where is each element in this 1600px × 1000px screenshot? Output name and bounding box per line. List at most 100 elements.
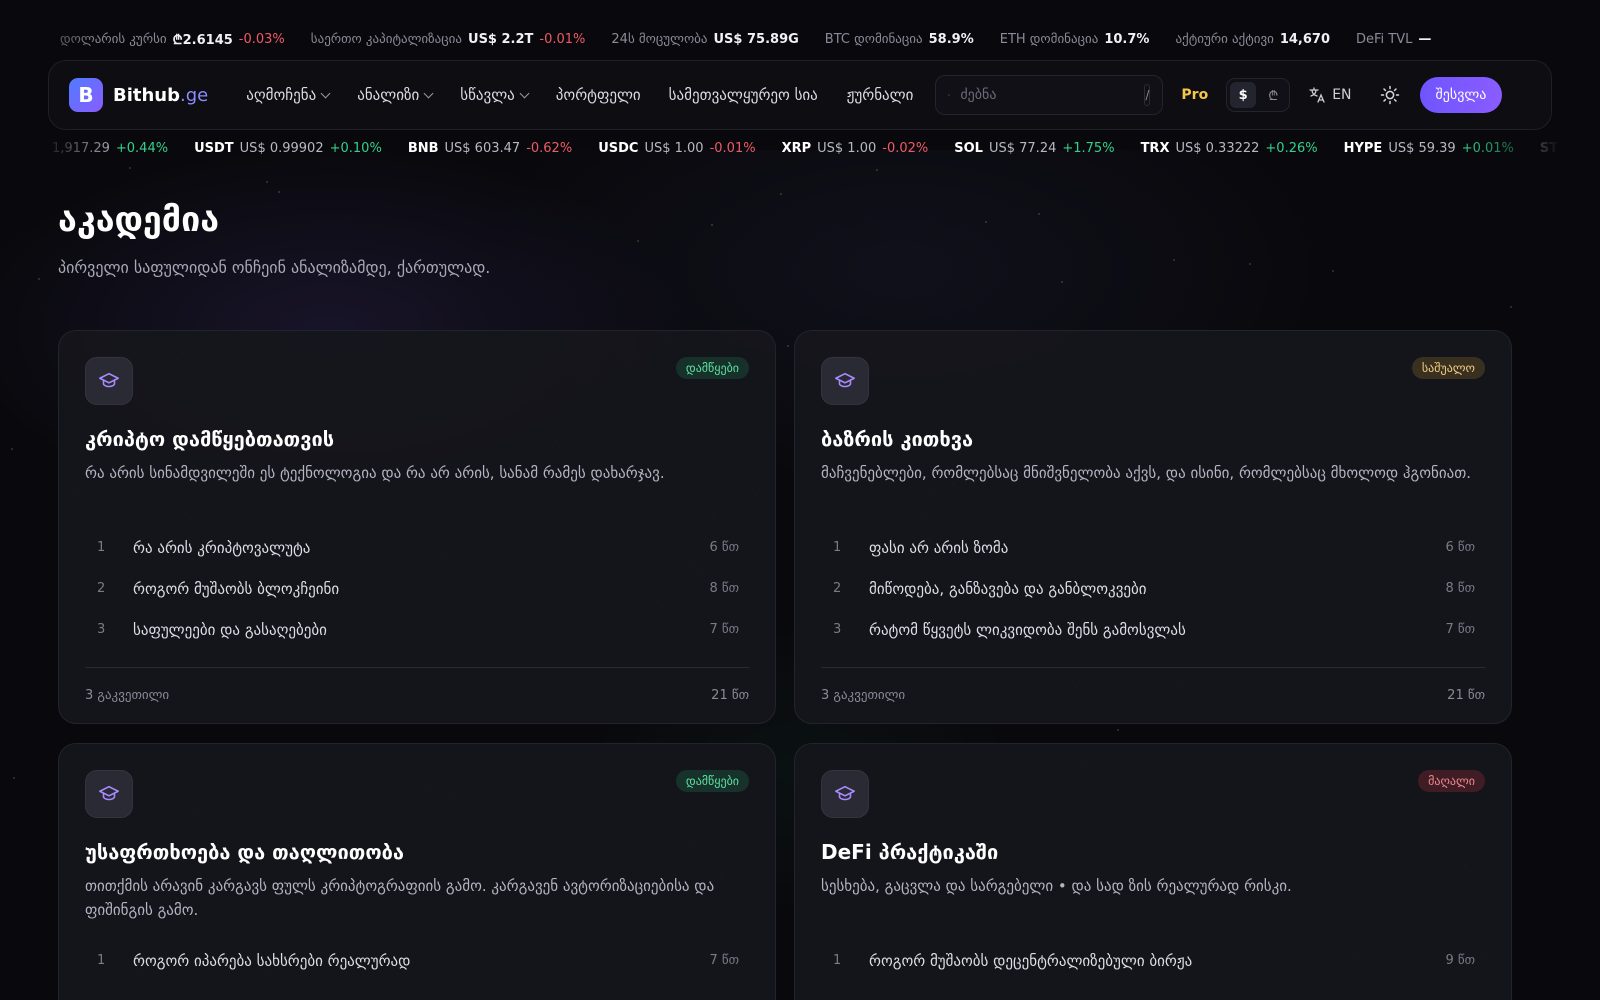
lesson-name: ფასი არ არის ზომა [869,538,1009,557]
lesson-duration: 6 წთ [709,540,739,555]
market-stat-label: BTC დომინაცია [824,31,923,47]
search-box[interactable]: / [935,75,1164,115]
lesson-number: 2 [97,581,106,596]
chevron-down-icon [320,88,331,98]
currency-gel-option[interactable]: ₾ [1260,82,1286,108]
star-dot [1332,270,1334,272]
course-card[interactable]: დამწყები უსაფრთხოება და თაღლითობა თითქმის … [58,743,776,1000]
market-stat-label: 24ს მოცულობა [611,31,708,47]
graduation-cap-icon [821,357,869,405]
lesson-row[interactable]: 1 როგორ მუშაობს დეცენტრალიზებული ბირჟა 9 წ… [821,940,1487,981]
ticker-coin[interactable]: XRP US$ 1.00 -0.02% [782,141,929,156]
logo-text: Bithub.ge [113,84,209,106]
course-card[interactable]: დამწყები კრიპტო დამწყებთათვის რა არის სინა… [58,330,776,724]
login-button[interactable]: შესვლა [1419,77,1503,113]
coin-change: -0.62% [526,140,573,156]
star-dot [711,224,713,226]
coin-change: +0.26% [1265,140,1318,156]
lesson-duration: 6 წთ [1445,540,1475,555]
lesson-row[interactable]: 1 ფასი არ არის ზომა 6 წთ [821,527,1487,568]
nav-item[interactable]: ჟურნალი [847,86,914,104]
lesson-number: 1 [97,540,106,555]
star-dot [11,448,13,450]
lesson-row[interactable]: 1 როგორ იპარება სახსრები რეალურად 7 წთ [85,940,751,981]
market-stat-value: US$ 2.2T [468,31,534,47]
star-dot [1038,213,1040,215]
course-description: სესხება, გაცვლა და სარგებელი • და სად ზი… [821,877,1292,895]
star-dot [1117,729,1119,731]
lesson-list: 1 ფასი არ არის ზომა 6 წთ 2 მიწოდება, განზავე… [821,527,1487,650]
ticker-coin[interactable]: TRX US$ 0.33222 +0.26% [1141,141,1318,156]
search-icon [948,94,951,96]
course-description: თითქმის არავინ კარგავს ფულს კრიპტოგრაფიი… [85,877,715,919]
lesson-row[interactable]: 2 მიწოდება, განზავება და განბლოკვები 8 წთ [821,568,1487,609]
search-input[interactable] [960,87,1135,103]
coin-change: +0.44% [115,140,169,156]
lesson-number: 1 [833,540,842,555]
translate-icon [1309,87,1325,103]
market-stat-value: 10.7% [1104,31,1150,47]
lesson-row[interactable]: 1 რა არის კრიპტოვალუტა 6 წთ [85,527,751,568]
nav-item[interactable]: სწავლა [460,86,530,104]
lesson-number: 1 [97,953,106,968]
ticker-coin[interactable]: SOL US$ 77.24 +1.75% [954,141,1114,156]
star-dot [985,221,987,223]
nav-item[interactable]: სამეთვალყურეო სია [669,84,819,106]
nav-item[interactable]: აღმოჩენა [246,86,331,104]
lesson-name: რატომ წყვეტს ლიკვიდობა შენს გამოსვლას [869,620,1186,639]
ticker-coin[interactable]: HYPE US$ 59.39 +0.01% [1344,141,1514,156]
level-badge: საშუალო [1411,357,1485,379]
currency-usd-option[interactable]: $ [1230,82,1257,108]
lesson-number: 2 [833,581,842,596]
ticker-coin[interactable]: 1,917.29 +0.44% [52,141,168,156]
ticker-coin[interactable]: BNB US$ 603.47 -0.62% [408,141,572,156]
market-stat: 24ს მოცულობა US$ 75.89G [611,32,798,47]
market-stat: BTC დომინაცია 58.9% [825,32,974,47]
market-stat-label: ETH დომინაცია [999,31,1099,47]
lesson-row[interactable]: 3 რატომ წყვეტს ლიკვიდობა შენს გამოსვლას 7 … [821,609,1487,650]
lesson-name: როგორ მუშაობს ბლოკჩეინი [133,579,340,598]
ticker-coin[interactable]: USDT US$ 0.99902 +0.10% [194,141,382,156]
logo[interactable]: B Bithub.ge [69,78,208,112]
lesson-list: 1 როგორ მუშაობს დეცენტრალიზებული ბირჟა 9 წ… [821,940,1487,981]
coin-change: -0.02% [882,140,929,156]
lesson-number: 3 [833,622,842,637]
logo-mark: B [69,78,103,112]
lesson-duration: 7 წთ [709,953,739,968]
lesson-duration: 9 წთ [1445,953,1475,968]
market-stat-value: — [1418,31,1432,47]
course-card[interactable]: საშუალო ბაზრის კითხვა მაჩვენებლები, რომლებ… [794,330,1512,724]
market-stat: ETH დომინაცია 10.7% [1000,32,1150,47]
theme-toggle-button[interactable] [1378,83,1402,107]
lesson-list: 1 რა არის კრიპტოვალუტა 6 წთ 2 როგორ მუშაობს … [85,527,751,650]
main-nav: B Bithub.ge აღმოჩენა ანალიზი სწავლა პორტფელ… [48,60,1552,130]
chevron-down-icon [519,88,530,98]
coin-change: +0.01% [1461,140,1514,156]
language-switcher[interactable]: EN [1308,86,1352,104]
star-dot [1249,263,1251,265]
total-duration: 21 წთ [711,688,749,703]
star-dot [278,191,280,193]
nav-item[interactable]: ანალიზი [357,86,434,104]
nav-item[interactable]: პორტფელი [556,86,641,104]
course-title: ბაზრის კითხვა [821,427,974,451]
coin-price: US$ 77.24 [988,140,1057,156]
market-stat: DeFi TVL — [1356,32,1431,47]
coin-ticker: 1,917.29 +0.44% USDT US$ 0.99902 +0.10% BNB US… [0,130,1600,166]
course-card[interactable]: მაღალი DeFi პრაქტიკაში სესხება, გაცვლა და … [794,743,1512,1000]
coin-price: US$ 1.00 [644,140,704,156]
market-stat: აქტიური აქტივი 14,670 [1175,32,1330,47]
lesson-number: 3 [97,622,106,637]
coin-symbol: SOL [954,140,983,156]
lesson-row[interactable]: 3 საფულეები და გასაღებები 7 წთ [85,609,751,650]
coin-symbol: STETH [1539,140,1587,156]
pro-link[interactable]: Pro [1181,87,1208,103]
ticker-coin[interactable]: STETH US$ 1,8 [1540,141,1600,156]
star-dot [1173,259,1175,261]
lesson-row[interactable]: 2 როგორ მუშაობს ბლოკჩეინი 8 წთ [85,568,751,609]
ticker-coin[interactable]: USDC US$ 1.00 -0.01% [598,141,755,156]
lesson-name: მიწოდება, განზავება და განბლოკვები [869,579,1147,598]
nav-item-label: სწავლა [460,86,515,104]
course-title: უსაფრთხოება და თაღლითობა [85,840,404,864]
star-dot [780,193,782,195]
